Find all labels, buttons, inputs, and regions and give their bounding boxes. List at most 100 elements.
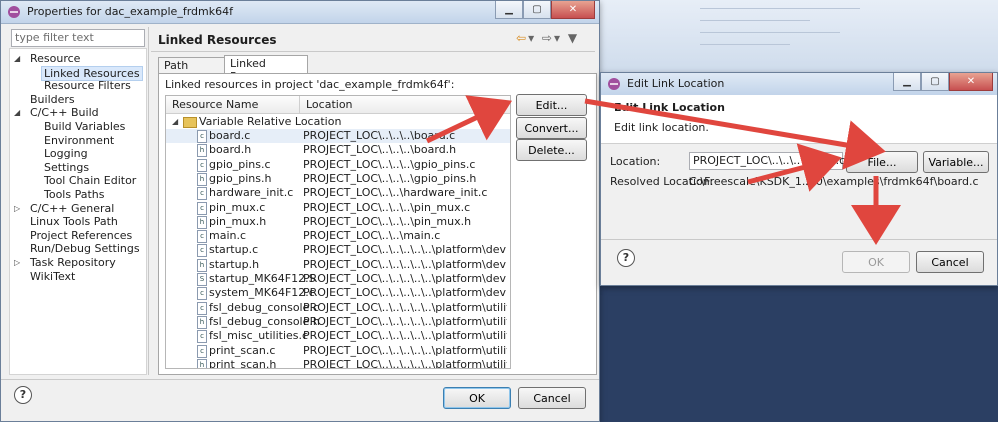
source-file-icon: c — [197, 287, 207, 301]
table-row[interactable]: c startup.c PROJECT_LOC\..\..\..\..\..\pla… — [166, 243, 510, 258]
title-bar: Edit Link Location ▁ ▢ ✕ — [601, 73, 997, 96]
tree-item[interactable]: Environment — [44, 134, 114, 147]
help-icon[interactable]: ? — [617, 249, 635, 267]
edit-button[interactable]: Edit... — [516, 94, 587, 116]
group-row[interactable]: ◢ Variable Relative Location — [166, 115, 510, 129]
tree-item[interactable]: Run/Debug Settings — [30, 242, 140, 255]
cancel-button[interactable]: Cancel — [518, 387, 586, 409]
close-button[interactable]: ✕ — [551, 1, 595, 19]
eclipse-icon — [608, 78, 620, 90]
ok-button[interactable]: OK — [842, 251, 910, 273]
table-row[interactable]: c print_scan.c PROJECT_LOC\..\..\..\..\..\… — [166, 344, 510, 358]
table-row[interactable]: Sstartup_MK64F12.S PROJECT_LOC\..\..\..\.… — [166, 272, 510, 286]
table-row[interactable]: h fsl_debug_console.h PROJECT_LOC\..\..\..… — [166, 315, 510, 329]
source-file-icon: c — [197, 130, 207, 143]
back-icon[interactable]: ⇦ — [516, 31, 528, 45]
location-input[interactable]: PROJECT_LOC\..\..\..\board.c — [689, 152, 845, 170]
cancel-button[interactable]: Cancel — [916, 251, 984, 273]
footer-divider — [1, 379, 599, 380]
source-file-icon: h — [197, 172, 207, 186]
resource-location: PROJECT_LOC\..\..\..\..\..\platform\util… — [303, 314, 507, 328]
table-row[interactable]: c main.c PROJECT_LOC\..\..\main.c — [166, 229, 510, 244]
resource-location: PROJECT_LOC\..\..\..\..\..\platform\util… — [303, 357, 507, 369]
tree-item[interactable]: Resource Filters — [44, 79, 131, 92]
delete-button[interactable]: Delete... — [516, 139, 587, 161]
properties-dialog: Properties for dac_example_frdmk64f ▁ ▢ … — [0, 0, 600, 422]
table-row[interactable]: c hardware_init.c PROJECT_LOC\..\..\hardwa… — [166, 186, 510, 201]
resource-location: PROJECT_LOC\..\..\..\..\..\platform\devi… — [303, 257, 507, 271]
resource-name: main.c — [209, 229, 247, 243]
help-icon[interactable]: ? — [14, 386, 32, 404]
tree-item[interactable]: Build Variables — [44, 120, 125, 133]
location-label: Location: — [610, 155, 661, 168]
source-file-icon: c — [197, 201, 207, 215]
source-file-icon: c — [197, 244, 207, 258]
resource-location: PROJECT_LOC\..\..\..\..\..\platform\util… — [303, 343, 507, 357]
ok-button[interactable]: OK — [443, 387, 511, 409]
resource-location: PROJECT_LOC\..\..\..\gpio_pins.c — [303, 157, 476, 171]
resolved-location-value: C:\Freescale\KSDK_1.2.0\examples\frdmk64… — [689, 175, 979, 188]
source-file-icon: h — [197, 215, 207, 229]
table-row[interactable]: c fsl_misc_utilities.c PROJECT_LOC\..\..\.… — [166, 329, 510, 344]
table-row[interactable]: h board.h PROJECT_LOC\..\..\..\board.h — [166, 143, 510, 158]
resource-location: PROJECT_LOC\..\..\..\..\..\platform\devi… — [303, 243, 507, 257]
source-file-icon: c — [197, 158, 207, 172]
tree-item[interactable]: Builders — [30, 93, 75, 106]
resource-location: PROJECT_LOC\..\..\..\pin_mux.c — [303, 200, 471, 214]
panel-caption: Linked resources in project 'dac_example… — [165, 78, 455, 91]
tree-item[interactable]: C/C++ General — [30, 202, 114, 215]
variable-button[interactable]: Variable... — [923, 151, 989, 173]
window-title: Properties for dac_example_frdmk64f — [27, 5, 233, 18]
nav-buttons[interactable]: ⇦▾ ⇨▾ ▼ — [516, 31, 579, 45]
source-file-icon: c — [197, 230, 207, 244]
tree-item[interactable]: WikiText — [30, 270, 75, 283]
settings-tree: ◢ Resource Linked Resources Resource Filter… — [9, 48, 147, 375]
resource-location: PROJECT_LOC\..\..\..\..\..\platform\util… — [303, 300, 507, 314]
forward-icon[interactable]: ⇨ — [542, 31, 554, 45]
tree-item[interactable]: Task Repository — [30, 256, 116, 269]
sash[interactable] — [148, 27, 149, 375]
maximize-button[interactable]: ▢ — [523, 1, 551, 19]
tree-item[interactable]: Resource — [30, 52, 80, 65]
tree-item[interactable]: Tool Chain Editor — [44, 174, 136, 187]
resource-name: fsl_misc_utilities.c — [209, 329, 309, 343]
tab-path-variables[interactable]: Path Variables — [158, 57, 229, 85]
menu-chevron-icon[interactable]: ▼ — [568, 31, 579, 45]
maximize-button[interactable]: ▢ — [921, 73, 949, 91]
expand-arrow-icon[interactable]: ◢ — [172, 117, 178, 126]
tab-linked-resources[interactable]: Linked Resources — [224, 55, 308, 83]
tree-expander-icon[interactable]: ◢ — [14, 108, 20, 117]
table-row[interactable]: c gpio_pins.c PROJECT_LOC\..\..\..\gpio_pi… — [166, 158, 510, 172]
minimize-button[interactable]: ▁ — [893, 73, 921, 91]
table-row[interactable]: c fsl_debug_console.c PROJECT_LOC\..\..\..… — [166, 301, 510, 315]
table-row[interactable]: h pin_mux.h PROJECT_LOC\..\..\..\pin_mux.h — [166, 215, 510, 229]
file-button[interactable]: File... — [846, 151, 918, 173]
table-row[interactable]: c board.c PROJECT_LOC\..\..\..\board.c — [166, 129, 510, 143]
eclipse-icon — [8, 6, 20, 18]
tree-expander-icon[interactable]: ▷ — [14, 204, 20, 213]
background-window — [600, 0, 998, 72]
table-row[interactable]: h gpio_pins.h PROJECT_LOC\..\..\..\gpio_pi… — [166, 172, 510, 186]
tree-item[interactable]: Linux Tools Path — [30, 215, 118, 228]
table-row[interactable]: h startup.h PROJECT_LOC\..\..\..\..\..\pla… — [166, 258, 510, 272]
column-resource-name[interactable]: Resource Name — [172, 98, 258, 111]
source-file-icon: h — [197, 358, 207, 368]
tree-expander-icon[interactable]: ◢ — [14, 54, 20, 63]
column-location[interactable]: Location — [306, 98, 353, 111]
tree-item[interactable]: Logging — [44, 147, 88, 160]
tree-item[interactable]: Tools Paths — [44, 188, 105, 201]
convert-button[interactable]: Convert... — [516, 117, 587, 139]
minimize-button[interactable]: ▁ — [495, 1, 523, 19]
tree-item[interactable]: Settings — [44, 161, 89, 174]
tree-item[interactable]: Project References — [30, 229, 132, 242]
table-row[interactable]: h print_scan.h PROJECT_LOC\..\..\..\..\..\… — [166, 357, 510, 369]
resource-name: startup_MK64F12.S — [209, 272, 316, 285]
table-row[interactable]: c system_MK64F12.c PROJECT_LOC\..\..\..\..… — [166, 286, 510, 301]
resource-name: system_MK64F12.c — [209, 286, 315, 300]
tree-item[interactable]: C/C++ Build — [30, 106, 99, 119]
resource-location: PROJECT_LOC\..\..\..\pin_mux.h — [303, 214, 472, 228]
tree-expander-icon[interactable]: ▷ — [14, 258, 20, 267]
table-row[interactable]: c pin_mux.c PROJECT_LOC\..\..\..\pin_mux.c — [166, 201, 510, 215]
close-button[interactable]: ✕ — [949, 73, 993, 91]
filter-input[interactable]: type filter text — [11, 29, 145, 47]
